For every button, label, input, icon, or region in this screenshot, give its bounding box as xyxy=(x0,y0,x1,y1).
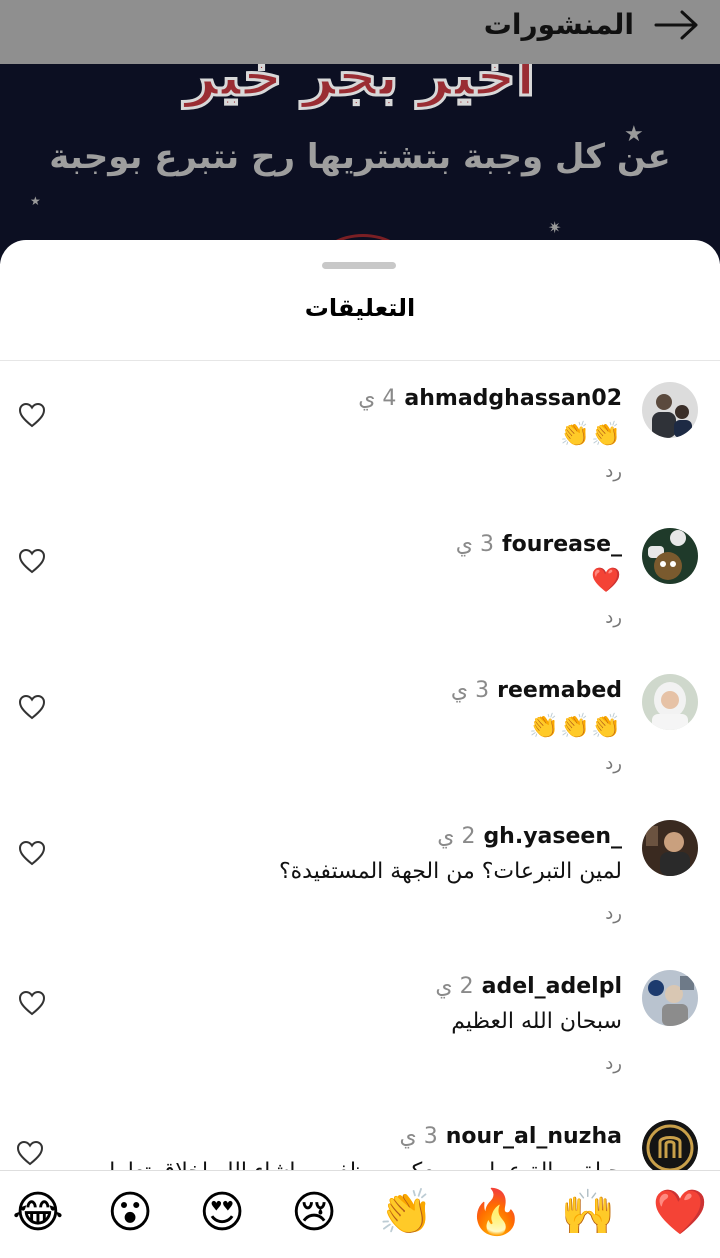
comment-item: adel_adelpl 2 ي سبحان الله العظيم رد xyxy=(0,970,720,1110)
sparkle-icon: ✷ xyxy=(548,218,562,237)
raising-hands-emoji-button[interactable]: 🙌 xyxy=(560,1185,616,1241)
comment-time: 3 ي xyxy=(450,678,490,703)
comment-text: 👏👏 xyxy=(560,420,622,448)
app-bar: المنشورات xyxy=(0,0,720,64)
avatar[interactable] xyxy=(642,820,698,876)
heart-emoji-button[interactable]: ❤️ xyxy=(652,1185,708,1241)
comment-username[interactable]: adel_adelpl xyxy=(482,974,622,999)
avatar[interactable] xyxy=(642,674,698,730)
post-subline: عن كل وجبة بتشتريها رح نتبرع بوجبة xyxy=(49,137,671,177)
comment-username[interactable]: gh.yaseen_ xyxy=(483,824,622,849)
page-title: المنشورات xyxy=(483,8,634,41)
star-icon: ★ xyxy=(30,194,41,208)
comment-meta: nour_al_nuzha 3 ي xyxy=(399,1122,622,1152)
heart-icon[interactable] xyxy=(18,840,46,866)
comment-username[interactable]: ahmadghassan02 xyxy=(404,386,622,411)
comment-text: 👏👏👏 xyxy=(529,712,622,740)
comment-meta: adel_adelpl 2 ي xyxy=(435,972,622,1002)
reply-button[interactable]: رد xyxy=(605,752,622,776)
reply-button[interactable]: رد xyxy=(605,1052,622,1076)
comment-meta: fourease_ 3 ي xyxy=(456,530,622,560)
post-headline: اخير بجر خير xyxy=(183,64,537,111)
comment-time: 2 ي xyxy=(435,974,474,999)
comment-text: لمين التبرعات؟ من الجهة المستفيدة؟ xyxy=(278,859,622,884)
comment-time: 3 ي xyxy=(399,1124,438,1149)
star-icon: ★ xyxy=(624,122,644,147)
emoji-reaction-bar: ❤️ 🙌 🔥 👏 😢 😍 😮 😂 xyxy=(0,1170,720,1258)
divider xyxy=(0,360,720,361)
avatar[interactable] xyxy=(642,528,698,584)
comment-time: 2 ي xyxy=(437,824,476,849)
avatar[interactable] xyxy=(642,970,698,1026)
comment-item: fourease_ 3 ي ❤️ رد xyxy=(0,528,720,668)
comment-username[interactable]: nour_al_nuzha xyxy=(446,1124,622,1149)
reply-button[interactable]: رد xyxy=(605,606,622,630)
comment-meta: ahmadghassan02 4 ي xyxy=(358,384,622,414)
reply-button[interactable]: رد xyxy=(605,902,622,926)
comment-username[interactable]: fourease_ xyxy=(502,532,622,557)
avatar[interactable] xyxy=(642,1120,698,1176)
clap-emoji-button[interactable]: 👏 xyxy=(378,1185,434,1241)
comment-username[interactable]: reemabed xyxy=(497,678,622,703)
drag-handle[interactable] xyxy=(322,262,396,269)
avatar[interactable] xyxy=(642,382,698,438)
heart-icon[interactable] xyxy=(18,990,46,1016)
comment-time: 4 ي xyxy=(358,386,397,411)
comment-meta: reemabed 3 ي xyxy=(451,676,622,706)
comment-item: ahmadghassan02 4 ي 👏👏 رد xyxy=(0,382,720,522)
heart-icon[interactable] xyxy=(18,694,46,720)
comment-text: ❤️ xyxy=(591,566,622,594)
arrow-right-icon[interactable] xyxy=(654,10,700,40)
heart-icon[interactable] xyxy=(18,402,46,428)
comment-time: 3 ي xyxy=(455,532,495,557)
laughing-emoji-button[interactable]: 😂 xyxy=(10,1185,66,1241)
heart-eyes-emoji-button[interactable]: 😍 xyxy=(194,1185,250,1241)
crying-emoji-button[interactable]: 😢 xyxy=(286,1185,342,1241)
fire-emoji-button[interactable]: 🔥 xyxy=(468,1185,524,1241)
comment-item: reemabed 3 ي 👏👏👏 رد xyxy=(0,674,720,814)
heart-icon[interactable] xyxy=(18,548,46,574)
post-image: اخير بجر خير عن كل وجبة بتشتريها رح نتبر… xyxy=(0,64,720,264)
heart-icon[interactable] xyxy=(16,1140,44,1166)
sheet-title: التعليقات xyxy=(304,294,416,322)
reply-button[interactable]: رد xyxy=(605,460,622,484)
comments-sheet: التعليقات ahmadghassan02 4 ي 👏👏 رد fourea… xyxy=(0,240,720,1258)
surprised-emoji-button[interactable]: 😮 xyxy=(102,1185,158,1241)
comment-text: سبحان الله العظيم xyxy=(451,1009,622,1034)
comment-item: gh.yaseen_ 2 ي لمين التبرعات؟ من الجهة ال… xyxy=(0,820,720,960)
comment-meta: gh.yaseen_ 2 ي xyxy=(437,822,622,852)
